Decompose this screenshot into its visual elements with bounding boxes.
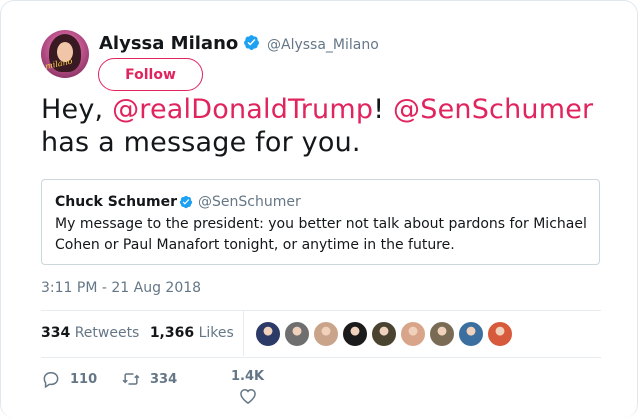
likes-count: 1,366 — [149, 325, 195, 341]
quoted-author-handle: @SenSchumer — [198, 194, 301, 210]
quoted-tweet[interactable]: Chuck Schumer @SenSchumer My message to … — [41, 179, 600, 265]
mention-senschumer[interactable]: @SenSchumer — [393, 94, 593, 125]
quoted-verified-icon — [179, 195, 193, 209]
heart-icon — [239, 388, 256, 404]
retweets-stat[interactable]: 334 Retweets — [41, 325, 139, 341]
tweet-text-mid: ! — [373, 94, 394, 125]
divider-bottom — [41, 357, 601, 358]
mention-realdonaldtrump[interactable]: @realDonaldTrump — [112, 94, 373, 125]
author-handle[interactable]: @Alyssa_Milano — [267, 37, 379, 53]
tweet-card: milano Alyssa Milano @Alyssa_Milano Foll… — [0, 0, 638, 418]
quoted-author-name: Chuck Schumer — [55, 194, 177, 210]
retweet-count: 334 — [150, 371, 178, 387]
retweet-action[interactable]: 334 — [121, 369, 177, 389]
engagement-stats: 334 Retweets 1,366 Likes — [41, 325, 234, 341]
liker-avatar[interactable] — [371, 321, 397, 347]
liker-avatar[interactable] — [313, 321, 339, 347]
verified-icon — [244, 35, 259, 50]
divider-top — [41, 310, 601, 311]
tweet-text: Hey, @realDonaldTrump! @SenSchumer has a … — [41, 93, 621, 159]
retweets-label: Retweets — [74, 325, 140, 341]
retweet-icon — [122, 373, 140, 385]
author-name[interactable]: Alyssa Milano — [99, 33, 238, 54]
liker-avatar[interactable] — [458, 321, 484, 347]
liker-avatar[interactable] — [255, 321, 281, 347]
tweet-text-prefix: Hey, — [41, 94, 113, 125]
stats-separator — [243, 310, 244, 356]
liker-avatar[interactable] — [487, 321, 513, 347]
author-avatar[interactable]: milano — [41, 30, 89, 78]
retweets-count: 334 — [41, 325, 71, 341]
like-action[interactable]: 1.4K — [231, 369, 264, 406]
follow-button[interactable]: Follow — [98, 58, 203, 91]
tweet-text-suffix: has a message for you. — [41, 127, 361, 158]
tweet-timestamp[interactable]: 3:11 PM - 21 Aug 2018 — [41, 280, 201, 296]
like-count: 1.4K — [231, 369, 265, 384]
tweet-actions: 110 334 1.4K — [41, 369, 621, 419]
reply-count: 110 — [70, 371, 98, 387]
liker-avatar[interactable] — [400, 321, 426, 347]
reply-icon — [43, 372, 59, 389]
liker-avatar[interactable] — [284, 321, 310, 347]
quoted-tweet-text: My message to the president: you better … — [55, 216, 587, 253]
likes-stat[interactable]: 1,366 Likes — [150, 325, 234, 341]
liker-avatar[interactable] — [342, 321, 368, 347]
likes-label: Likes — [198, 325, 234, 341]
reply-action[interactable]: 110 — [41, 369, 97, 389]
liker-avatar[interactable] — [429, 321, 455, 347]
